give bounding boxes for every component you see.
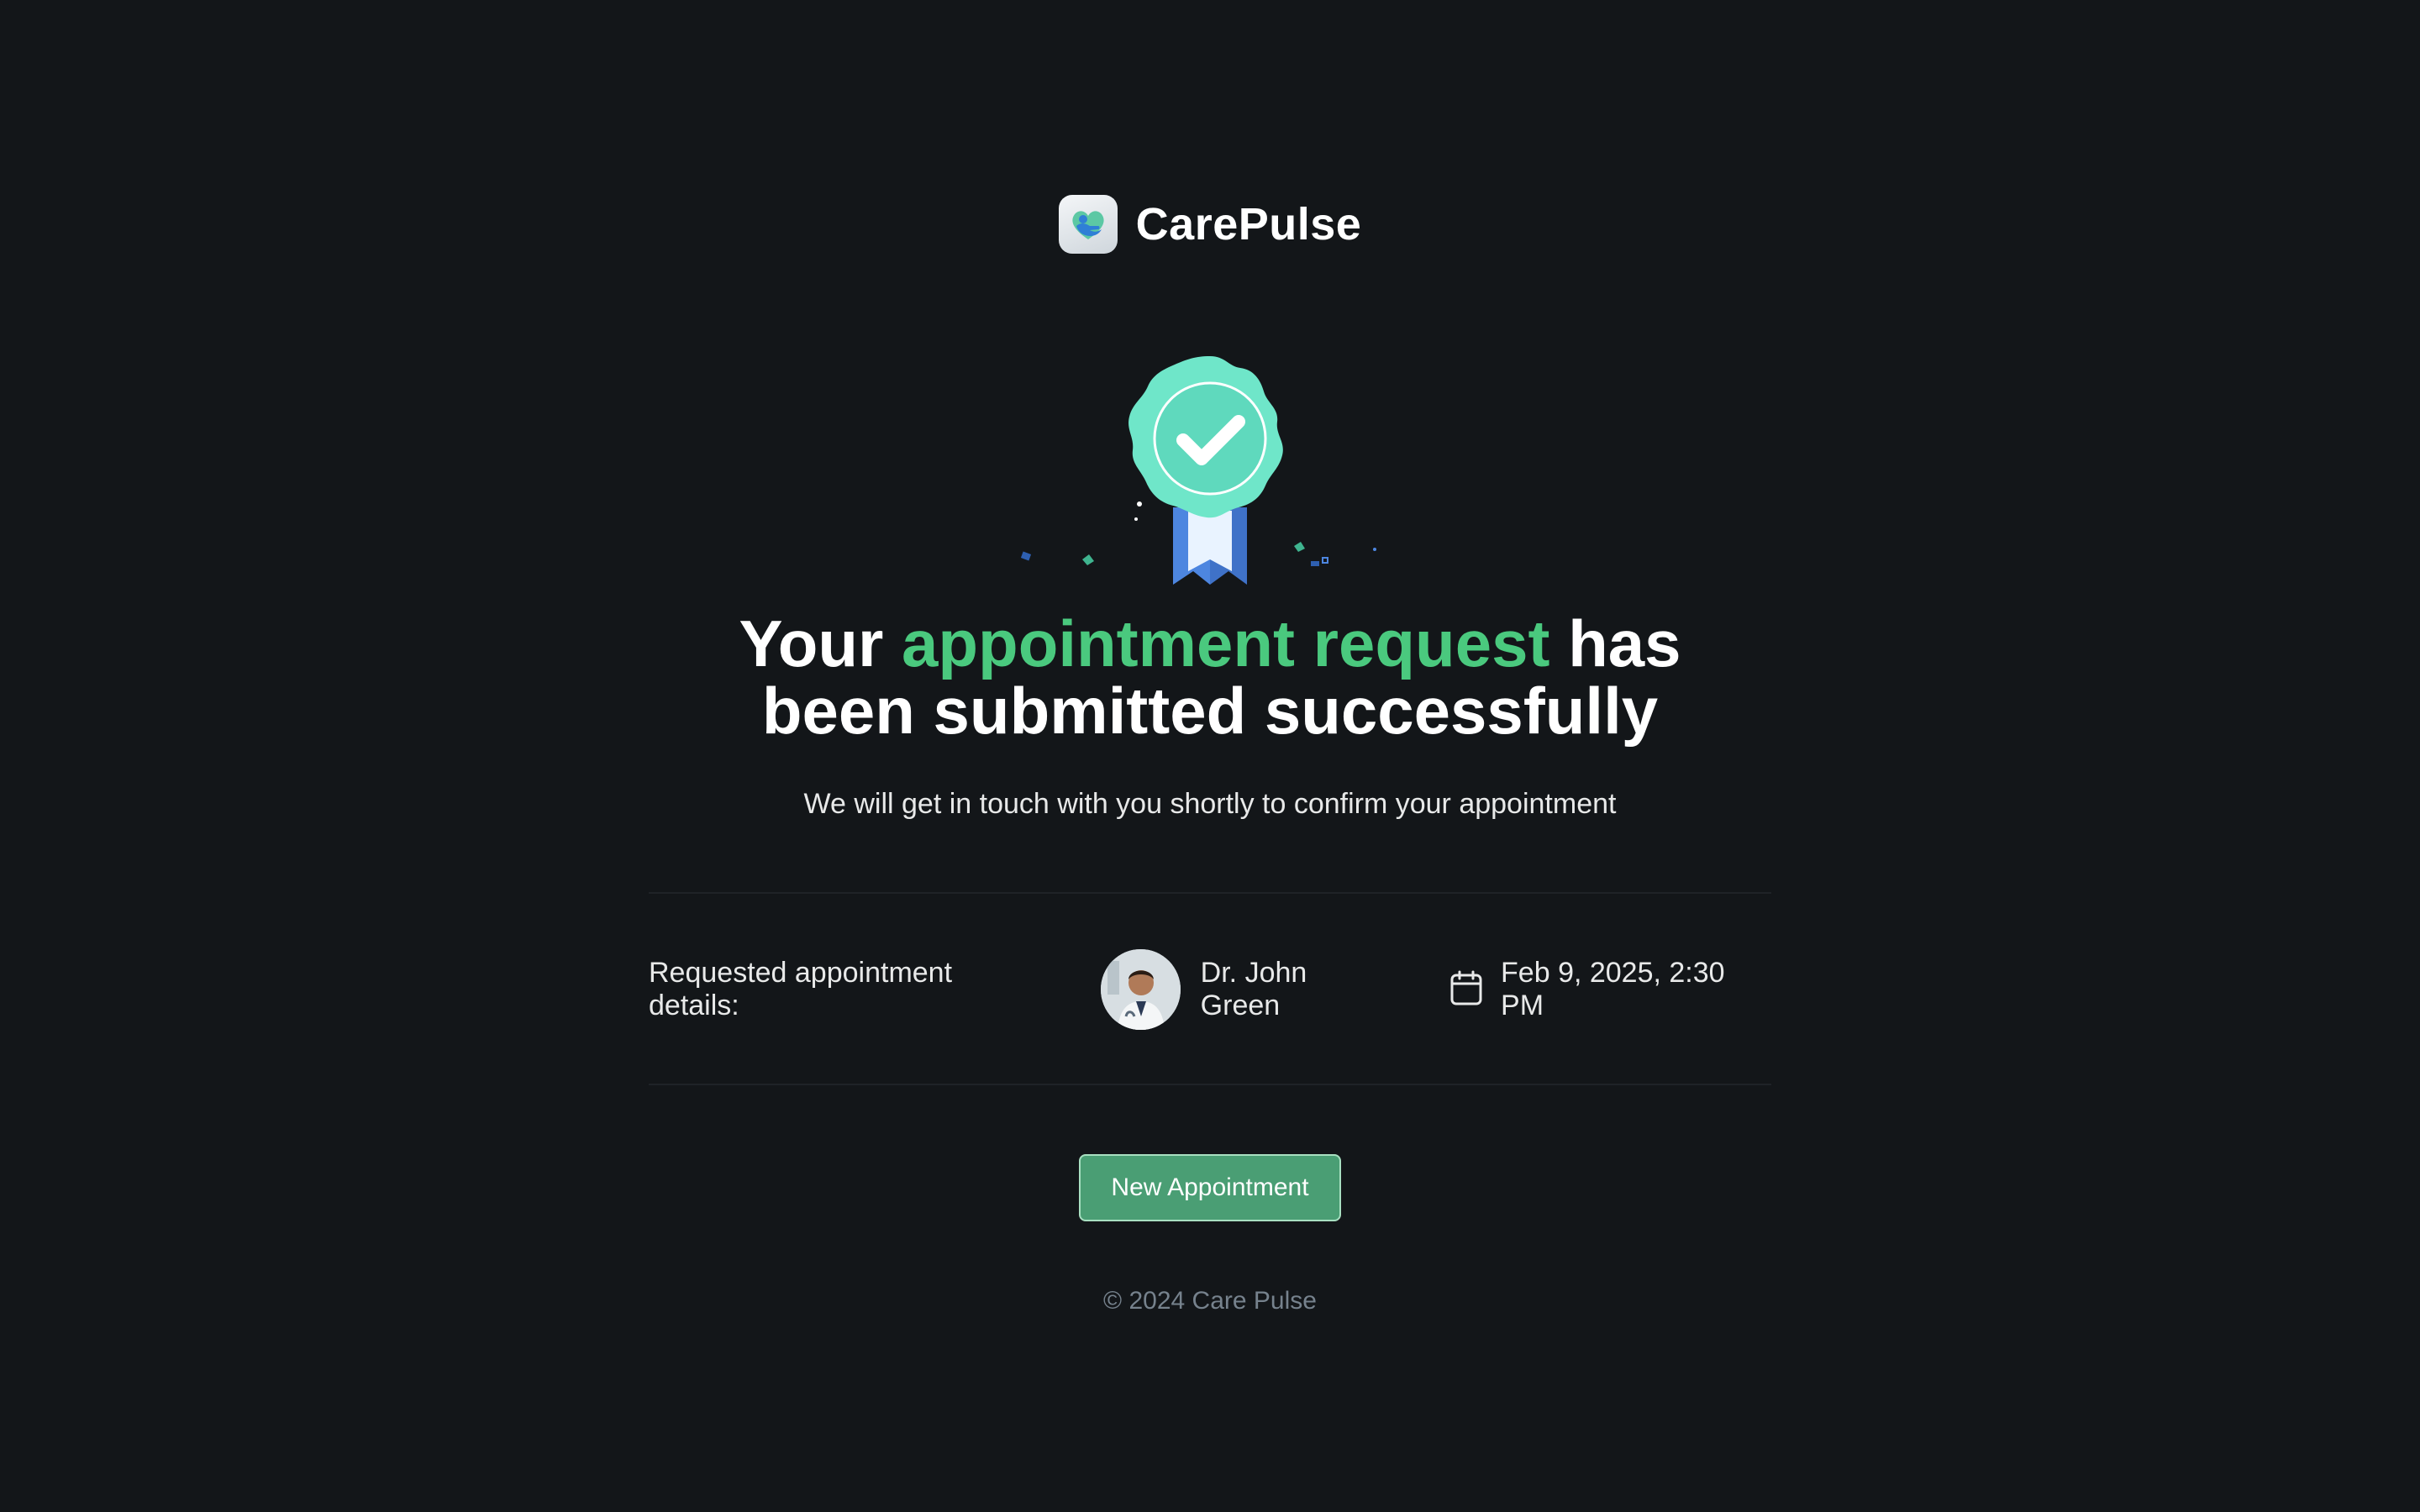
appointment-details: Requested appointment details: Dr. John … — [649, 948, 1771, 1032]
heart-hand-logo-icon — [1058, 195, 1118, 254]
page-title: Your appointment request has been submit… — [0, 610, 2420, 744]
success-page: CarePulse Your appointment request has b… — [0, 0, 2420, 1512]
copyright: © 2024 Care Pulse — [1103, 1287, 1317, 1315]
success-ribbon-badge-icon — [1008, 351, 1412, 595]
doctor-name: Dr. John Green — [1200, 957, 1307, 1021]
brand-name: CarePulse — [1135, 199, 1362, 249]
doctor-avatar — [1101, 949, 1181, 1030]
divider-bottom — [649, 1084, 1771, 1085]
headline-line2: been submitted successfully — [761, 674, 1659, 748]
divider-top — [649, 892, 1771, 894]
headline-accent: appointment request — [902, 606, 1550, 680]
brand-logo[interactable]: CarePulse — [0, 195, 2420, 254]
confirmation-message: We will get in touch with you shortly to… — [803, 788, 1617, 820]
doctor-info: Dr. John Green — [1101, 949, 1392, 1030]
appointment-datetime: Feb 9, 2025, 2:30 PM — [1450, 957, 1771, 1022]
datetime-text: Feb 9, 2025, 2:30 PM — [1501, 957, 1725, 1021]
calendar-icon — [1450, 970, 1482, 1010]
new-appointment-button[interactable]: New Appointment — [1079, 1154, 1341, 1221]
details-label: Requested appointment details: — [649, 957, 953, 1021]
headline-part2: has — [1568, 606, 1681, 680]
headline-part1: Your — [739, 606, 884, 680]
